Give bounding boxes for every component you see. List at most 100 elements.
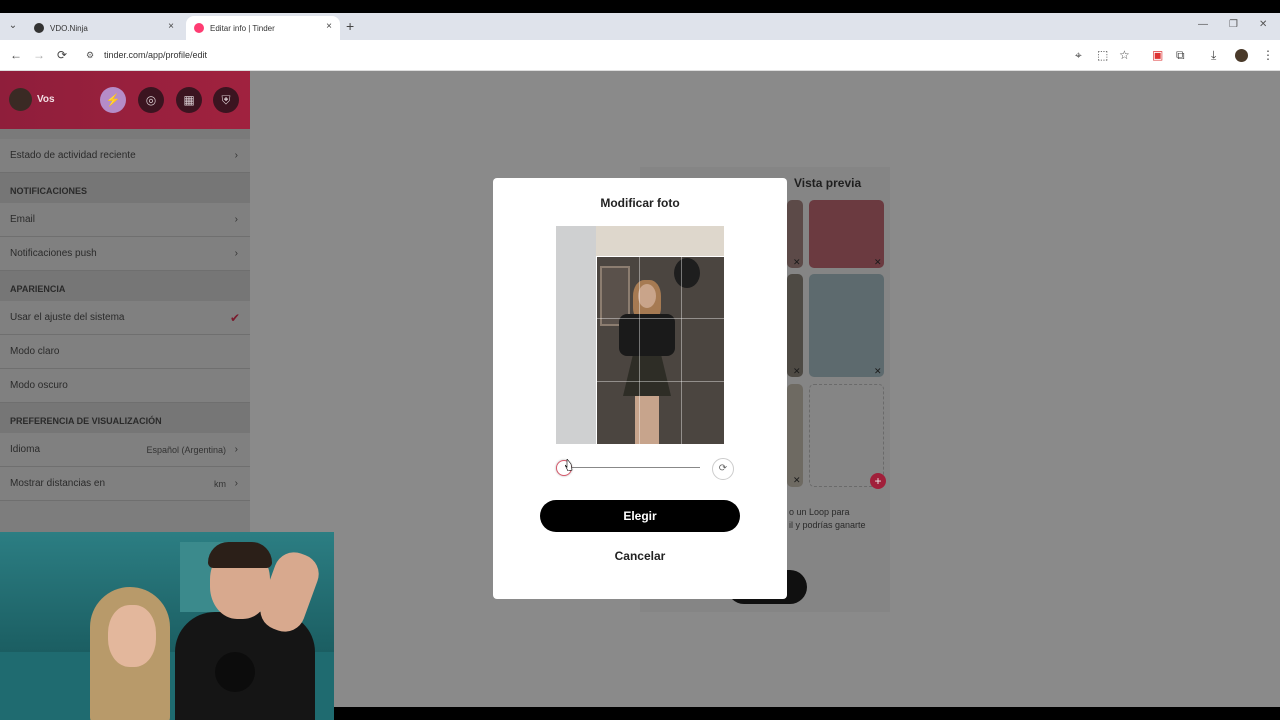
tab-vdo-ninja[interactable]: VDO.Ninja × [26,16,182,40]
download-icon[interactable]: ⤓ [1211,48,1216,63]
partial-section-label [0,129,250,139]
lightning-icon[interactable]: ⚡ [100,87,126,113]
install-app-icon[interactable]: ⬚ [1097,48,1108,62]
tab-close-icon[interactable]: × [168,21,174,32]
row-label: Notificaciones push [10,248,97,259]
reload-icon[interactable]: ⟳ [57,48,67,62]
section-notifications: NOTIFICACIONES [0,173,250,203]
remove-photo-icon[interactable]: ✕ [793,257,801,268]
crop-grid-line [681,256,682,444]
row-recent-activity[interactable]: Estado de actividad reciente › [0,139,250,173]
row-value: km [214,479,226,489]
person-hair [208,542,272,568]
chevron-right-icon: › [234,444,238,455]
webcam-person-left [90,587,180,720]
user-name[interactable]: Vos [37,94,55,105]
row-label: Idioma [10,444,41,455]
compass-icon[interactable]: ◎ [138,87,164,113]
url-field[interactable]: ⚙ tinder.com/app/profile/edit [80,45,1080,66]
row-label: Email [10,214,36,225]
extensions-puzzle-icon[interactable]: ⧉ [1176,48,1185,63]
tinder-favicon-icon [194,23,204,33]
tab-search-menu-icon[interactable]: ⌄ [6,19,20,33]
tab-preview[interactable]: Vista previa [794,176,861,190]
new-tab-button[interactable]: + [346,18,354,34]
row-dark-mode[interactable]: Modo oscuro [0,369,250,403]
crop-grid-line [596,381,724,382]
row-system-setting[interactable]: Usar el ajuste del sistema ✔ [0,301,250,335]
loop-promo-text: o un Loop para il y podrías ganarte [789,506,866,532]
bookmark-star-icon[interactable]: ☆ [1119,48,1130,62]
chevron-right-icon: › [234,248,238,259]
row-light-mode[interactable]: Modo claro [0,335,250,369]
photo-crop-area[interactable] [556,226,724,444]
tab-label: Editar info | Tinder [210,23,275,33]
url-text: tinder.com/app/profile/edit [104,50,208,60]
person-top [619,314,675,356]
photo-slot[interactable] [787,384,803,487]
edit-photo-modal: Modificar foto ⟳ Elegir Cancelar [493,178,787,599]
checkmark-icon: ✔ [229,311,240,325]
remove-photo-icon[interactable]: ✕ [874,366,882,377]
photo-wall [556,226,596,444]
modal-title: Modificar foto [600,196,680,210]
chevron-right-icon: › [234,150,238,161]
loop-text-line: o un Loop para [789,507,850,517]
restore-icon[interactable]: ❐ [1229,19,1238,30]
photo-slot[interactable] [809,274,884,377]
profile-avatar[interactable] [1235,49,1248,62]
forward-icon[interactable]: → [33,48,45,62]
top-black-bar [0,0,1280,13]
row-label: Estado de actividad reciente [10,150,136,161]
row-value: Español (Argentina) [146,445,226,455]
row-label: Modo oscuro [10,380,68,391]
mouse-cursor-icon [565,459,573,471]
crop-grid-line [639,256,640,444]
slider-track[interactable] [564,467,700,468]
row-distance-units[interactable]: Mostrar distancias en km › [0,467,250,501]
remove-photo-icon[interactable]: ✕ [874,257,882,268]
section-display-preference: PREFERENCIA DE VISUALIZACIÓN [0,403,250,433]
choose-button[interactable]: Elegir [540,500,740,532]
row-push-notifications[interactable]: Notificaciones push › [0,237,250,271]
chevron-right-icon: › [234,478,238,489]
back-icon[interactable]: ← [10,48,22,62]
minimize-icon[interactable]: — [1198,19,1208,30]
zoom-slider[interactable] [556,458,702,478]
shield-icon[interactable]: ⛨ [213,87,239,113]
cancel-button[interactable]: Cancelar [540,544,740,568]
photo-hat-object [674,258,700,288]
chevron-right-icon: › [234,214,238,225]
row-label: Mostrar distancias en [10,478,106,489]
browser-menu-icon[interactable]: ⋮ [1262,48,1274,62]
location-icon[interactable]: ⌖ [1075,48,1082,63]
microphone-icon [215,652,255,692]
site-settings-icon[interactable]: ⚙ [86,45,94,66]
close-window-icon[interactable]: ✕ [1259,19,1267,30]
rotate-icon[interactable]: ⟳ [712,458,734,480]
row-language[interactable]: Idioma Español (Argentina) › [0,433,250,467]
empty-photo-slot[interactable] [809,384,884,487]
briefcase-icon[interactable]: ▦ [176,87,202,113]
sidebar-header: Vos ⚡ ◎ ▦ ⛨ [0,71,250,129]
tab-tinder[interactable]: Editar info | Tinder × [186,16,340,40]
remove-photo-icon[interactable]: ✕ [793,475,801,486]
row-label: Modo claro [10,346,60,357]
person-head [638,284,656,308]
row-email[interactable]: Email › [0,203,250,237]
tab-close-icon[interactable]: × [326,21,332,32]
webcam-overlay [0,532,334,720]
photo-slot[interactable] [787,274,803,377]
photo-person [619,280,675,444]
tab-strip: ⌄ VDO.Ninja × Editar info | Tinder × + —… [0,13,1280,40]
crop-grid-line [596,318,724,319]
address-bar: ← → ⟳ ⚙ tinder.com/app/profile/edit ⌖ ⬚ … [0,40,1280,71]
remove-photo-icon[interactable]: ✕ [793,366,801,377]
add-photo-icon[interactable]: + [870,473,886,489]
loop-text-line: il y podrías ganarte [789,520,866,530]
avatar[interactable] [9,88,32,111]
row-label: Usar el ajuste del sistema [10,312,125,323]
photo-slot[interactable] [809,200,884,268]
extension-icon[interactable]: ▣ [1152,48,1163,62]
person-face [108,605,156,667]
